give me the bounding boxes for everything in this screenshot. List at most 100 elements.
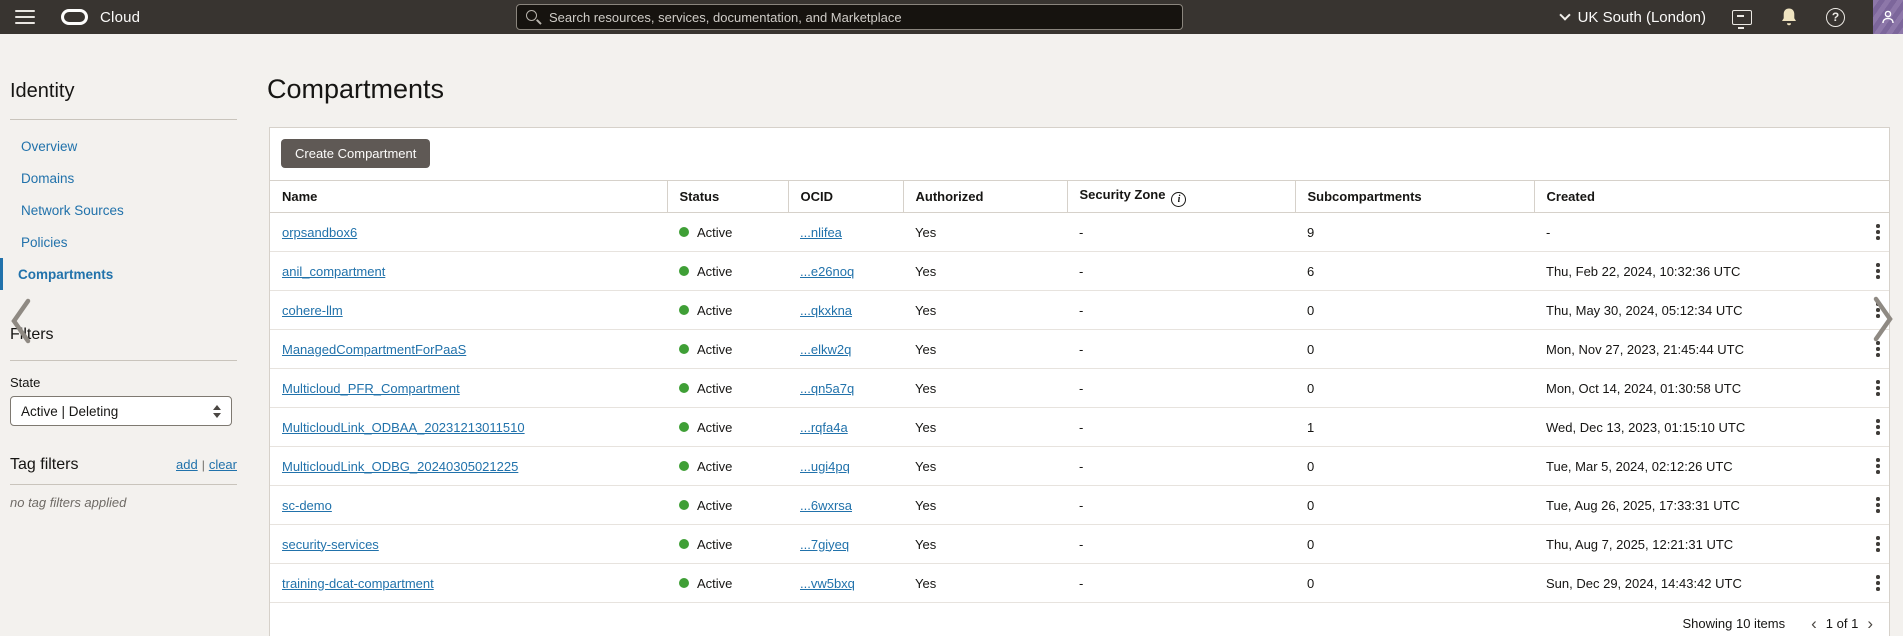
ocid-link[interactable]: ...nlifea [800, 225, 842, 240]
table-row: anil_compartment Active ...e26noq Yes - … [270, 252, 1889, 291]
region-label: UK South (London) [1578, 9, 1706, 26]
created-value: Sun, Dec 29, 2024, 14:43:42 UTC [1534, 564, 1859, 603]
status-active-icon [679, 422, 689, 432]
row-actions-menu-icon[interactable] [1871, 536, 1885, 552]
authorized-value: Yes [903, 525, 1067, 564]
ocid-link[interactable]: ...ugi4pq [800, 459, 850, 474]
status-label: Active [697, 420, 732, 435]
expand-panel-right-icon[interactable] [1872, 294, 1896, 349]
previous-page-icon[interactable]: ‹ [1811, 615, 1817, 632]
compartment-name-link[interactable]: sc-demo [282, 498, 332, 513]
compartment-name-link[interactable]: orpsandbox6 [282, 225, 357, 240]
subcompartments-value: 0 [1295, 486, 1534, 525]
terminal-icon [1732, 10, 1752, 25]
ocid-link[interactable]: ...rqfa4a [800, 420, 848, 435]
row-actions-menu-icon[interactable] [1871, 263, 1885, 279]
sidebar-item-compartments[interactable]: Compartments [0, 258, 261, 290]
created-value: Thu, Feb 22, 2024, 10:32:36 UTC [1534, 252, 1859, 291]
compartment-name-link[interactable]: training-dcat-compartment [282, 576, 434, 591]
search-input[interactable] [516, 4, 1183, 30]
divider [10, 119, 237, 120]
next-page-icon[interactable]: › [1867, 615, 1873, 632]
sidebar-item-network-sources[interactable]: Network Sources [0, 194, 261, 226]
notifications-button[interactable] [1780, 7, 1798, 27]
status-active-icon [679, 461, 689, 471]
tag-filters-heading: Tag filters [10, 456, 176, 474]
help-icon: ? [1826, 8, 1845, 27]
row-actions-menu-icon[interactable] [1871, 575, 1885, 591]
info-icon[interactable]: i [1171, 192, 1186, 207]
status-active-icon [679, 344, 689, 354]
ocid-link[interactable]: ...6wxrsa [800, 498, 852, 513]
link-separator: | [202, 458, 205, 472]
user-menu-button[interactable] [1873, 0, 1903, 34]
sidebar-item-label: Network Sources [21, 203, 124, 218]
ocid-link[interactable]: ...e26noq [800, 264, 854, 279]
column-header-subcompartments: Subcompartments [1295, 181, 1534, 213]
compartment-name-link[interactable]: security-services [282, 537, 379, 552]
tag-filter-clear-link[interactable]: clear [209, 457, 237, 472]
status-label: Active [697, 537, 732, 552]
compartment-name-link[interactable]: Multicloud_PFR_Compartment [282, 381, 460, 396]
compartment-name-link[interactable]: MulticloudLink_ODBG_20240305021225 [282, 459, 518, 474]
column-header-status: Status [667, 181, 788, 213]
column-header-ocid: OCID [788, 181, 903, 213]
security-zone-value: - [1067, 486, 1295, 525]
state-select-value: Active | Deleting [21, 404, 118, 419]
created-value: Tue, Aug 26, 2025, 17:33:31 UTC [1534, 486, 1859, 525]
row-actions-menu-icon[interactable] [1871, 224, 1885, 240]
sidebar-item-policies[interactable]: Policies [0, 226, 261, 258]
tag-filter-add-link[interactable]: add [176, 457, 198, 472]
table-header-row: NameStatusOCIDAuthorizedSecurity ZoneiSu… [270, 181, 1889, 213]
oracle-logo-icon[interactable] [61, 9, 88, 25]
row-actions-menu-icon[interactable] [1871, 419, 1885, 435]
compartment-name-link[interactable]: MulticloudLink_ODBAA_20231213011510 [282, 420, 525, 435]
region-selector[interactable]: UK South (London) [1561, 9, 1706, 26]
sidebar-title: Identity [10, 80, 261, 103]
status-active-icon [679, 305, 689, 315]
subcompartments-value: 0 [1295, 369, 1534, 408]
page-indicator: 1 of 1 [1826, 616, 1859, 631]
ocid-link[interactable]: ...elkw2q [800, 342, 851, 357]
security-zone-value: - [1067, 564, 1295, 603]
status-label: Active [697, 459, 732, 474]
column-header-name: Name [270, 181, 667, 213]
row-actions-menu-icon[interactable] [1871, 458, 1885, 474]
authorized-value: Yes [903, 330, 1067, 369]
cloud-shell-button[interactable] [1732, 10, 1752, 25]
ocid-link[interactable]: ...7giyeq [800, 537, 849, 552]
collapse-panel-left-icon[interactable] [8, 296, 32, 351]
sidebar-item-overview[interactable]: Overview [0, 130, 261, 162]
help-button[interactable]: ? [1826, 8, 1845, 27]
table-row: security-services Active ...7giyeq Yes -… [270, 525, 1889, 564]
bell-icon [1780, 7, 1798, 27]
sidebar-nav: OverviewDomains Network Sources PoliciesCo… [0, 130, 261, 290]
status-label: Active [697, 303, 732, 318]
ocid-link[interactable]: ...qn5a7q [800, 381, 854, 396]
compartment-name-link[interactable]: anil_compartment [282, 264, 385, 279]
authorized-value: Yes [903, 486, 1067, 525]
sidebar-item-domains[interactable]: Domains [0, 162, 261, 194]
main-content: Compartments Create Compartment NameStat… [261, 34, 1903, 636]
compartment-name-link[interactable]: cohere-llm [282, 303, 343, 318]
table-row: training-dcat-compartment Active ...vw5b… [270, 564, 1889, 603]
compartment-name-link[interactable]: ManagedCompartmentForPaaS [282, 342, 466, 357]
row-actions-menu-icon[interactable] [1871, 380, 1885, 396]
ocid-link[interactable]: ...vw5bxq [800, 576, 855, 591]
state-select[interactable]: Active | Deleting [10, 396, 232, 426]
table-row: MulticloudLink_ODBG_20240305021225 Activ… [270, 447, 1889, 486]
status-label: Active [697, 498, 732, 513]
ocid-link[interactable]: ...qkxkna [800, 303, 852, 318]
create-compartment-button[interactable]: Create Compartment [281, 139, 430, 168]
status-active-icon [679, 227, 689, 237]
status-active-icon [679, 266, 689, 276]
subcompartments-value: 0 [1295, 291, 1534, 330]
row-actions-menu-icon[interactable] [1871, 497, 1885, 513]
menu-icon[interactable] [15, 10, 35, 24]
state-label: State [10, 375, 261, 390]
chevron-down-icon [1559, 9, 1570, 20]
divider [10, 360, 237, 361]
search-icon [526, 10, 537, 21]
authorized-value: Yes [903, 252, 1067, 291]
status-active-icon [679, 578, 689, 588]
